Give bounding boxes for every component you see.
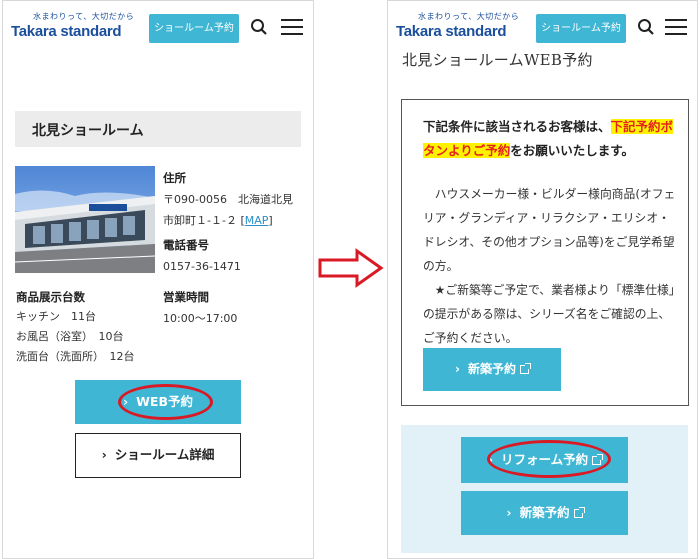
- showroom-photo: [15, 166, 155, 273]
- address-block: 住所 〒090-0056 北海道北見 市卸町１-１-２ [MAP] 電話番号 0…: [163, 168, 293, 277]
- chevron-right-icon: ›: [455, 362, 460, 376]
- conditions-lead: 下記条件に該当されるお客様は、下記予約ボタンよりご予約をお願いいたします。: [423, 115, 675, 163]
- search-icon[interactable]: [637, 18, 655, 36]
- showroom-list-screen: 水まわりって、大切だから Takara standard ショールーム予約 北見…: [2, 0, 314, 559]
- conditions-body: ハウスメーカー様・ビルダー様向商品(オフェリア・グランディア・リラクシア・エリシ…: [423, 182, 681, 350]
- page-title: 北見ショールームWEB予約: [402, 51, 593, 69]
- web-reserve-screen: 水まわりって、大切だから Takara standard ショールーム予約 北見…: [387, 0, 698, 559]
- logo-tagline: 水まわりって、大切だから: [33, 12, 135, 21]
- address-line-2: 市卸町１-１-２: [163, 214, 237, 227]
- phone-number[interactable]: 0157-36-1471: [163, 256, 293, 277]
- map-link[interactable]: MAP: [245, 214, 269, 227]
- lead-text-before: 下記条件に該当されるお客様は、: [423, 119, 611, 134]
- showroom-name: 北見ショールーム: [32, 123, 144, 139]
- hours-value: 10:00～17:00: [163, 312, 238, 325]
- chevron-right-icon: ›: [101, 447, 107, 462]
- takara-standard-logo[interactable]: 水まわりって、大切だから Takara standard: [11, 11, 134, 40]
- address-line-1: 〒090-0056 北海道北見: [163, 193, 293, 206]
- exhibit-washbasin: 洗面台（洗面所） 12台: [16, 350, 135, 363]
- logo-name: Takara standard: [396, 23, 507, 40]
- showroom-reserve-button[interactable]: ショールーム予約: [536, 14, 626, 43]
- new-build-reserve-button[interactable]: › 新築予約: [423, 348, 561, 391]
- conditions-paragraph-1: ハウスメーカー様・ビルダー様向商品(オフェリア・グランディア・リラクシア・エリシ…: [423, 187, 676, 273]
- annotation-circle: [487, 440, 611, 478]
- chevron-right-icon: ›: [506, 505, 512, 520]
- lead-text-after: をお願いいたします。: [510, 143, 635, 158]
- reform-reserve-panel: › リフォーム予約 › 新築予約: [401, 425, 688, 553]
- conditions-box: 下記条件に該当されるお客様は、下記予約ボタンよりご予約をお願いいたします。 ハウ…: [401, 99, 689, 406]
- logo-tagline: 水まわりって、大切だから: [418, 12, 520, 21]
- showroom-detail-label: ショールーム詳細: [114, 447, 215, 462]
- search-icon[interactable]: [250, 18, 268, 36]
- exhibit-heading: 商品展示台数: [16, 290, 85, 304]
- showroom-title-bar: 北見ショールーム: [15, 111, 301, 147]
- exhibit-count-block: 商品展示台数 キッチン 11台 お風呂（浴室） 10台 洗面台（洗面所） 12台: [16, 287, 135, 367]
- address-line-2-row: 市卸町１-１-２ [MAP]: [163, 214, 273, 227]
- new-build-reserve-label: 新築予約: [467, 362, 516, 376]
- external-link-icon: [519, 363, 531, 374]
- conditions-paragraph-2: ★ご新築等ご予定で、業者様より「標準仕様」の提示がある際は、シリーズ名をご確認の…: [423, 283, 681, 345]
- logo-name: Takara standard: [11, 23, 122, 40]
- hamburger-menu-icon[interactable]: [281, 19, 303, 35]
- phone-heading: 電話番号: [163, 238, 209, 252]
- new-build-reserve-button-2[interactable]: › 新築予約: [461, 491, 628, 535]
- annotation-circle: [118, 384, 213, 420]
- takara-standard-logo[interactable]: 水まわりって、大切だから Takara standard: [396, 11, 519, 40]
- transition-arrow-icon: [318, 248, 384, 288]
- external-link-icon: [573, 507, 585, 518]
- showroom-reserve-button[interactable]: ショールーム予約: [149, 14, 239, 43]
- new-build-reserve-label-2: 新築予約: [519, 505, 570, 520]
- address-heading: 住所: [163, 171, 186, 185]
- exhibit-bath: お風呂（浴室） 10台: [16, 330, 124, 343]
- hours-heading: 営業時間: [163, 290, 209, 304]
- showroom-detail-button[interactable]: › ショールーム詳細: [75, 433, 241, 478]
- exhibit-kitchen: キッチン 11台: [16, 310, 96, 323]
- hamburger-menu-icon[interactable]: [665, 19, 687, 35]
- hours-block: 営業時間 10:00～17:00: [163, 287, 237, 329]
